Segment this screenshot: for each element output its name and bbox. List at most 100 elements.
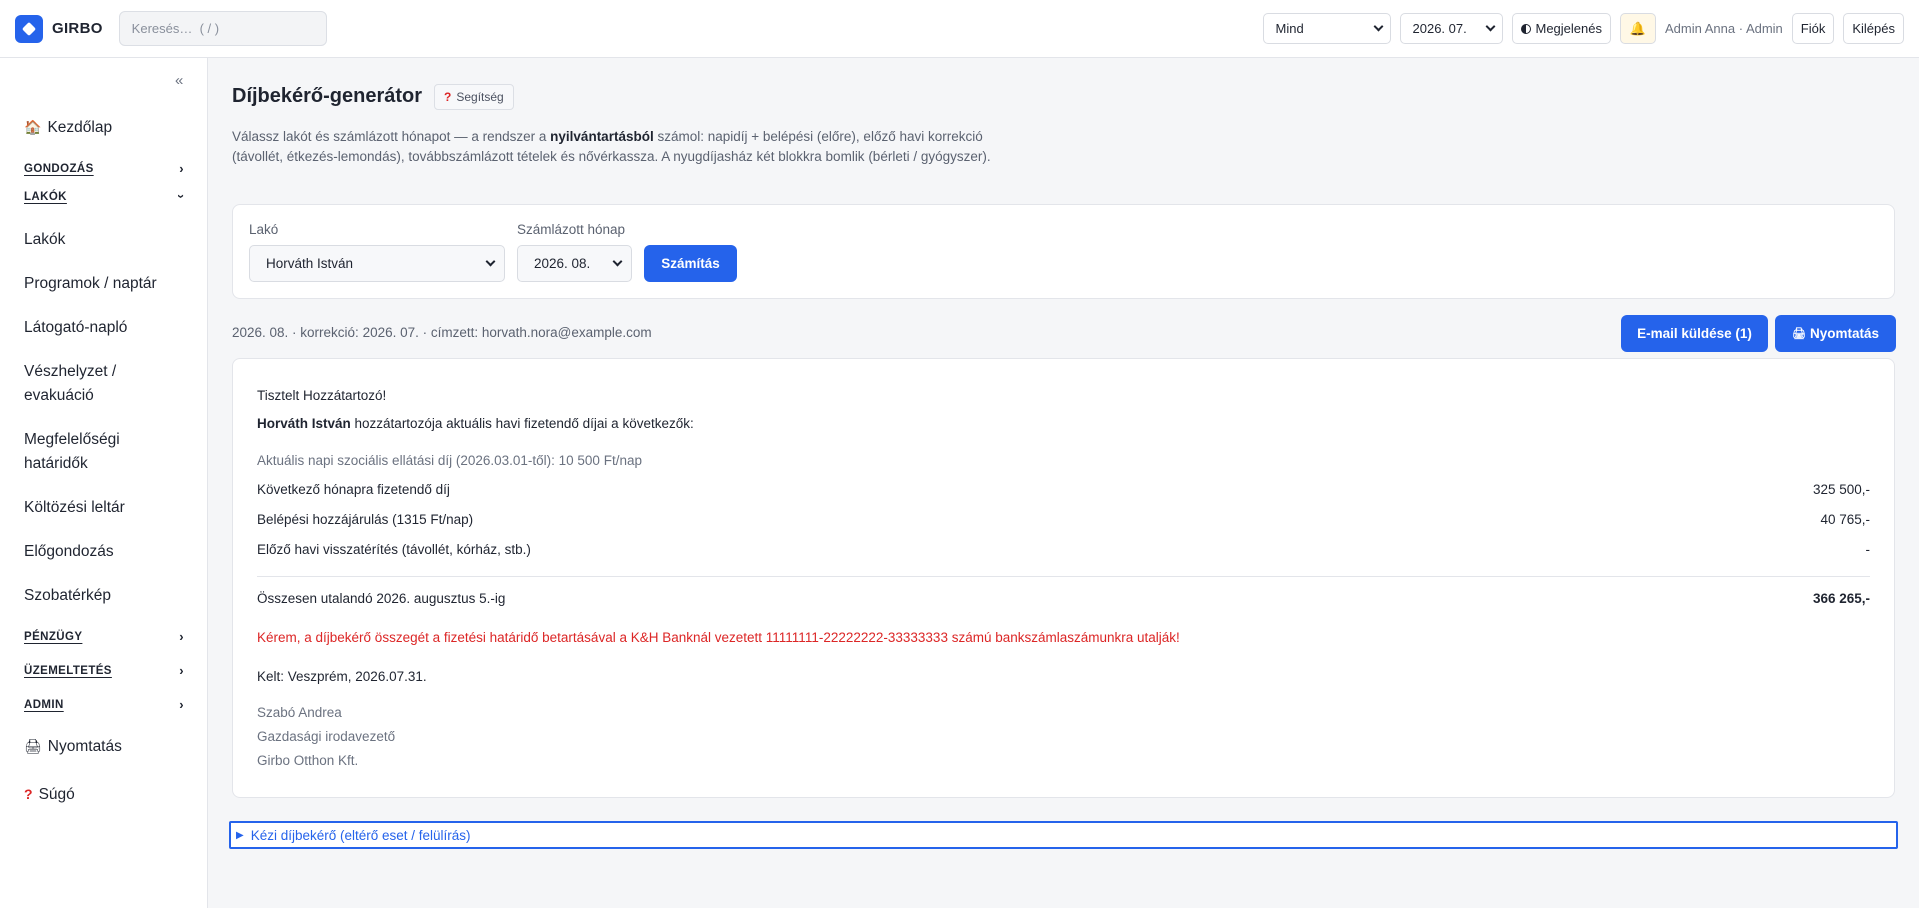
sidebar-item-label: Megfelelőségi	[24, 431, 120, 448]
sidebar-item-label: evakuáció	[24, 387, 94, 404]
daily-rate: Aktuális napi szociális ellátási díj (20…	[257, 453, 642, 468]
sidebar-item-label: határidők	[24, 455, 88, 472]
house-icon: 🏠	[24, 119, 42, 135]
sidebar-item-lakok[interactable]: Lakók	[24, 228, 65, 252]
collapse-sidebar-icon[interactable]: «	[175, 72, 183, 89]
calculate-button[interactable]: Számítás	[644, 245, 737, 282]
triangle-right-icon: ▶	[236, 829, 244, 841]
line-item-amount: 325 500,-	[1812, 482, 1870, 497]
letter-intro-text: hozzátartozója aktuális havi fizetendő d…	[350, 416, 694, 431]
resident-select-value: Horváth István	[266, 256, 354, 271]
sidebar: « 🏠 Kezdőlap GONDOZÁS › LAKÓK › Lakók Pro…	[0, 58, 208, 908]
main-content: Díjbekérő-generátor ? Segítség Válassz l…	[208, 58, 1919, 908]
month-select-value: 2026. 07.	[1412, 21, 1467, 36]
section-label: PÉNZÜGY	[24, 630, 83, 643]
sidebar-item-elogondozas[interactable]: Előgondozás	[24, 540, 114, 564]
resident-label: Lakó	[249, 222, 279, 237]
section-label: ADMIN	[24, 698, 64, 711]
signer-title: Gazdasági irodavezető	[257, 729, 396, 744]
sidebar-item-help[interactable]: ? Súgó	[24, 782, 75, 807]
signer-name: Szabó Andrea	[257, 705, 342, 720]
brand-logo-icon	[15, 14, 43, 43]
brand[interactable]: GIRBO	[15, 14, 103, 43]
section-label: LAKÓK	[24, 190, 67, 203]
total-amount: 366 265,-	[1812, 591, 1870, 606]
letter-intro: Horváth István hozzátartozója aktuális h…	[257, 416, 694, 431]
logout-label: Kilépés	[1852, 21, 1895, 36]
bank-transfer-note: Kérem, a díjbekérő összegét a fizetési h…	[257, 630, 1180, 645]
appearance-button[interactable]: Megjelenés	[1511, 13, 1611, 44]
section-label: ÜZEMELTETÉS	[24, 664, 112, 677]
line-item-amount: -	[1865, 542, 1871, 557]
sidebar-item-print[interactable]: 🖨 Nyomtatás	[24, 734, 122, 759]
bell-icon: 🔔	[1629, 20, 1647, 36]
sidebar-section-lakok[interactable]: LAKÓK ›	[24, 189, 189, 204]
page-title: Díjbekérő-generátor	[232, 85, 423, 107]
print-button[interactable]: 🖨 Nyomtatás	[1775, 315, 1896, 352]
resident-select[interactable]: Horváth István	[249, 245, 505, 282]
help-button[interactable]: ? Segítség	[434, 84, 514, 110]
chevron-right-icon: ›	[179, 697, 184, 712]
account-button[interactable]: Fiók	[1791, 13, 1835, 44]
sidebar-item-label: Vészhelyzet /	[24, 363, 117, 380]
sidebar-section-penzugy[interactable]: PÉNZÜGY ›	[24, 629, 184, 644]
send-email-button[interactable]: E-mail küldése (1)	[1621, 315, 1768, 352]
signer-organization: Girbo Otthon Kft.	[257, 753, 359, 768]
question-icon: ?	[24, 786, 33, 802]
sidebar-item-programok[interactable]: Programok / naptár	[24, 272, 157, 296]
sidebar-item-koltozesi[interactable]: Költözési leltár	[24, 496, 125, 520]
chevron-down-icon	[1485, 21, 1495, 32]
help-button-label: Segítség	[456, 90, 504, 104]
total-label: Összesen utalandó 2026. augusztus 5.-ig	[257, 591, 506, 606]
manual-invoice-toggle[interactable]: ▶ Kézi díjbekérő (eltérő eset / felülírá…	[229, 821, 1898, 849]
contrast-icon	[1520, 23, 1531, 34]
sidebar-item-szobaterkep[interactable]: Szobatérkép	[24, 584, 111, 608]
filter-select[interactable]: Mind	[1262, 13, 1391, 44]
logout-button[interactable]: Kilépés	[1843, 13, 1904, 44]
divider	[257, 576, 1870, 577]
line-item-label: Belépési hozzájárulás (1315 Ft/nap)	[257, 512, 474, 527]
chevron-down-icon	[612, 256, 623, 267]
billing-month-select[interactable]: 2026. 08.	[517, 245, 632, 282]
line-item-amount: 40 765,-	[1820, 512, 1870, 527]
manual-invoice-label: Kézi díjbekérő (eltérő eset / felülírás)	[250, 827, 471, 843]
letter-greeting: Tisztelt Hozzátartozó!	[257, 388, 387, 403]
calculation-form: Lakó Horváth István Számlázott hónap 202…	[232, 204, 1895, 299]
resident-name: Horváth István	[257, 416, 351, 431]
line-item-label: Következő hónapra fizetendő díj	[257, 482, 450, 497]
sidebar-item-home[interactable]: 🏠 Kezdőlap	[24, 115, 112, 140]
print-button-label: Nyomtatás	[1809, 326, 1879, 341]
question-icon: ?	[444, 90, 452, 104]
sidebar-item-veszhelyzet[interactable]: Vészhelyzet / evakuáció	[24, 360, 116, 408]
top-bar: GIRBO Mind 2026. 07. Megjelenés 🔔 Admin …	[0, 0, 1919, 58]
sidebar-item-label: Kezdőlap	[47, 119, 113, 136]
billing-month-value: 2026. 08.	[534, 256, 591, 271]
appearance-label: Megjelenés	[1535, 21, 1603, 36]
printer-icon: 🖨	[24, 738, 42, 754]
intro-text: Válassz lakót és számlázott hónapot — a …	[232, 129, 551, 144]
billing-month-label: Számlázott hónap	[517, 222, 626, 237]
dated-line: Kelt: Veszprém, 2026.07.31.	[257, 669, 427, 684]
line-item-label: Előző havi visszatérítés (távollét, kórh…	[257, 542, 531, 557]
notifications-button[interactable]: 🔔	[1620, 13, 1656, 44]
sidebar-item-label: Nyomtatás	[47, 738, 122, 755]
sidebar-section-gondozas[interactable]: GONDOZÁS ›	[24, 161, 184, 176]
brand-name: GIRBO	[52, 20, 103, 37]
intro-bold: nyilvántartásból	[550, 129, 654, 144]
sidebar-section-uzemeltetes[interactable]: ÜZEMELTETÉS ›	[24, 663, 184, 678]
chevron-right-icon: ›	[179, 629, 184, 644]
user-label: Admin Anna · Admin	[1665, 21, 1783, 36]
printer-icon: 🖨	[1792, 328, 1806, 340]
sidebar-item-megfelelosegi[interactable]: Megfelelőségi határidők	[24, 428, 120, 476]
sidebar-item-latogato[interactable]: Látogató-napló	[24, 316, 127, 340]
sidebar-section-admin[interactable]: ADMIN ›	[24, 697, 184, 712]
search-input[interactable]	[118, 11, 327, 46]
chevron-down-icon	[1373, 21, 1383, 32]
section-label: GONDOZÁS	[24, 162, 94, 175]
invoice-letter: Tisztelt Hozzátartozó! Horváth István ho…	[232, 358, 1895, 798]
page-intro: Válassz lakót és számlázott hónapot — a …	[232, 127, 1002, 167]
account-label: Fiók	[1800, 21, 1826, 36]
chevron-down-icon	[485, 256, 496, 267]
sidebar-item-label: Súgó	[38, 786, 75, 803]
month-select[interactable]: 2026. 07.	[1399, 13, 1503, 44]
